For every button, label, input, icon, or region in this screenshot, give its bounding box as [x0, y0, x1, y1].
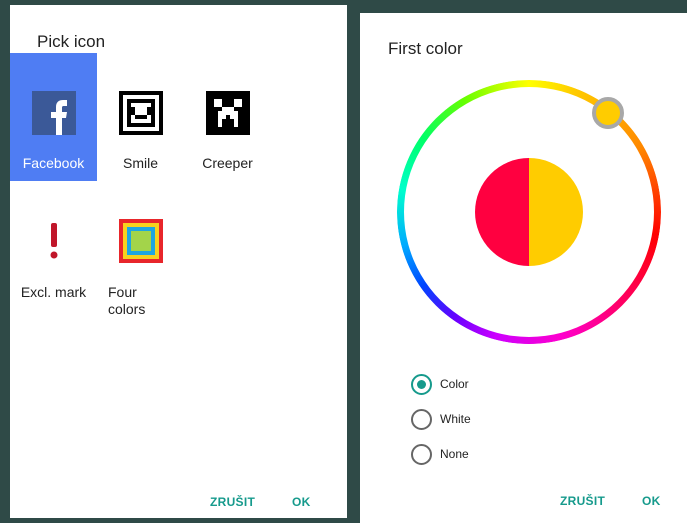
icon-option-facebook[interactable]: Facebook: [10, 53, 97, 181]
icon-label-four-colors: Four colors: [108, 284, 146, 317]
smile-icon: [119, 91, 163, 140]
color-wheel[interactable]: [397, 80, 661, 344]
ok-button[interactable]: OK: [642, 494, 661, 508]
creeper-icon: [206, 91, 250, 140]
cancel-button[interactable]: ZRUŠIT: [210, 495, 255, 509]
color-preview-circle: [475, 158, 583, 266]
ok-button[interactable]: OK: [292, 495, 311, 509]
icon-option-creeper[interactable]: Creeper: [184, 53, 271, 181]
first-color-dialog: First color Color White None ZRUŠIT OK: [360, 13, 687, 523]
radio-checked-dot: [417, 380, 426, 389]
facebook-icon: [32, 91, 76, 140]
new-color-half: [529, 158, 583, 266]
radio-button[interactable]: [411, 444, 432, 465]
radio-label-white: White: [440, 412, 471, 426]
icon-label-facebook: Facebook: [22, 155, 85, 171]
previous-color-half: [475, 158, 529, 266]
radio-label-color: Color: [440, 377, 469, 391]
icon-label-exclamation: Excl. mark: [20, 284, 87, 300]
icon-option-exclamation[interactable]: Excl. mark: [10, 181, 97, 309]
cancel-button[interactable]: ZRUŠIT: [560, 494, 605, 508]
dialog-title: Pick icon: [37, 32, 106, 51]
radio-button[interactable]: [411, 409, 432, 430]
dialog-title: First color: [388, 39, 463, 58]
four-colors-icon: [119, 219, 163, 268]
hue-selector-handle[interactable]: [592, 97, 624, 129]
icon-label-creeper: Creeper: [202, 155, 253, 171]
radio-label-none: None: [440, 447, 469, 461]
icon-option-four-colors[interactable]: Four colors: [97, 181, 184, 317]
pick-icon-dialog: Pick icon Facebook Smile Creeper Excl. m…: [10, 5, 347, 518]
exclamation-icon: [32, 219, 76, 268]
icon-option-smile[interactable]: Smile: [97, 53, 184, 181]
icon-label-smile: Smile: [122, 155, 158, 171]
radio-button[interactable]: [411, 374, 432, 395]
